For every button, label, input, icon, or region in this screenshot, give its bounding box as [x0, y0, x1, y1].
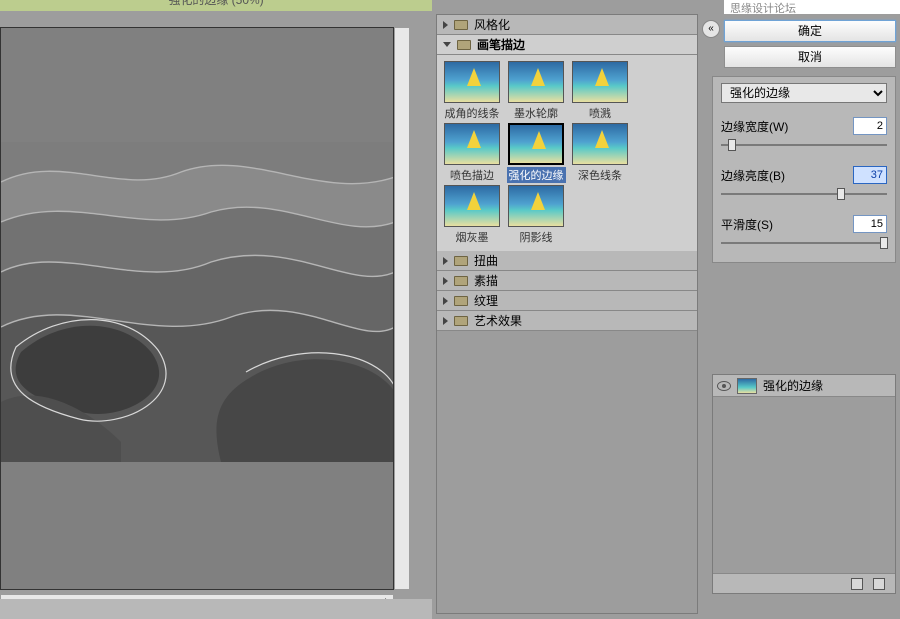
thumbnail-image [444, 123, 500, 165]
preview-scrollbar-vertical[interactable] [394, 27, 410, 590]
filter-thumbnail[interactable]: 强化的边缘 [505, 123, 567, 183]
disclosure-triangle-icon [443, 257, 448, 265]
settings-pane: « 确定 取消 强化的边缘 边缘宽度(W) 边缘亮度(B) 平滑度(S) 强化的边缘 [702, 14, 900, 614]
thumbnail-label: 喷色描边 [450, 167, 494, 183]
param-group: 边缘宽度(W) [721, 117, 887, 152]
new-layer-icon[interactable] [851, 578, 863, 590]
disclosure-triangle-icon [443, 21, 448, 29]
folder-icon [454, 316, 468, 326]
slider-track [721, 193, 887, 195]
category-row[interactable]: 扭曲 [437, 251, 697, 271]
folder-icon [454, 20, 468, 30]
param-label: 边缘亮度(B) [721, 167, 785, 184]
category-row[interactable]: 艺术效果 [437, 311, 697, 331]
param-label: 平滑度(S) [721, 216, 773, 233]
filter-params: 强化的边缘 边缘宽度(W) 边缘亮度(B) 平滑度(S) [712, 76, 896, 263]
preview-canvas[interactable] [0, 27, 394, 590]
layer-label: 强化的边缘 [763, 377, 823, 394]
filter-thumbnail[interactable]: 成角的线条 [441, 61, 503, 121]
disclosure-triangle-icon [443, 297, 448, 305]
category-row[interactable]: 纹理 [437, 291, 697, 311]
filter-thumbnail[interactable]: 墨水轮廓 [505, 61, 567, 121]
preview-image [1, 142, 394, 462]
thumbnail-label: 深色线条 [578, 167, 622, 183]
thumbnail-image [508, 185, 564, 227]
param-input[interactable] [853, 117, 887, 135]
folder-icon [454, 276, 468, 286]
thumbnail-label: 成角的线条 [445, 105, 500, 121]
slider-track [721, 242, 887, 244]
thumbnail-label: 阴影线 [520, 229, 553, 245]
category-label: 画笔描边 [477, 35, 525, 55]
category-label: 扭曲 [474, 251, 498, 271]
ok-button[interactable]: 确定 [724, 20, 896, 42]
param-slider[interactable] [721, 236, 887, 250]
thumbnail-image [444, 61, 500, 103]
filter-thumbnail[interactable]: 深色线条 [569, 123, 631, 183]
thumbnail-image [508, 61, 564, 103]
category-label: 纹理 [474, 291, 498, 311]
filter-thumbnail[interactable]: 烟灰墨 [441, 185, 503, 245]
slider-knob[interactable] [728, 139, 736, 151]
folder-icon [457, 40, 471, 50]
param-slider[interactable] [721, 187, 887, 201]
filter-thumbnail[interactable]: 阴影线 [505, 185, 567, 245]
slider-track [721, 144, 887, 146]
folder-icon [454, 296, 468, 306]
thumbnail-label: 烟灰墨 [456, 229, 489, 245]
preview-pane [0, 11, 432, 619]
thumbnail-image [572, 61, 628, 103]
layer-thumbnail [737, 378, 757, 394]
zoom-strip [0, 599, 432, 619]
layer-row[interactable]: 强化的边缘 [713, 375, 895, 397]
thumbnail-image [572, 123, 628, 165]
thumbnail-image [508, 123, 564, 165]
window-title: 强化的边缘 (50%) [0, 0, 432, 11]
slider-knob[interactable] [837, 188, 845, 200]
filter-gallery: 风格化画笔描边 成角的线条墨水轮廓 喷溅喷色描边强化的边缘深色线条烟灰墨 阴影线 扭… [436, 14, 698, 614]
slider-knob[interactable] [880, 237, 888, 249]
category-row[interactable]: 画笔描边 [437, 35, 697, 55]
disclosure-triangle-icon [443, 42, 451, 47]
category-label: 风格化 [474, 15, 510, 35]
visibility-icon[interactable] [717, 381, 731, 391]
thumbnail-grid: 成角的线条墨水轮廓 喷溅喷色描边强化的边缘深色线条烟灰墨 阴影线 [437, 55, 697, 251]
thumbnail-label: 强化的边缘 [507, 167, 566, 183]
param-group: 平滑度(S) [721, 215, 887, 250]
folder-icon [454, 256, 468, 266]
category-row[interactable]: 风格化 [437, 15, 697, 35]
cancel-button[interactable]: 取消 [724, 46, 896, 68]
filter-select[interactable]: 强化的边缘 [721, 83, 887, 103]
category-row[interactable]: 素描 [437, 271, 697, 291]
disclosure-triangle-icon [443, 277, 448, 285]
param-input[interactable] [853, 166, 887, 184]
layers-footer [713, 573, 895, 593]
collapse-button[interactable]: « [702, 20, 720, 38]
thumbnail-label: 墨水轮廓 [514, 105, 558, 121]
param-input[interactable] [853, 215, 887, 233]
param-group: 边缘亮度(B) [721, 166, 887, 201]
param-slider[interactable] [721, 138, 887, 152]
param-label: 边缘宽度(W) [721, 118, 788, 135]
thumbnail-label: 喷溅 [589, 105, 611, 121]
filter-thumbnail[interactable]: 喷色描边 [441, 123, 503, 183]
category-label: 艺术效果 [474, 311, 522, 331]
trash-icon[interactable] [873, 578, 885, 590]
category-label: 素描 [474, 271, 498, 291]
disclosure-triangle-icon [443, 317, 448, 325]
effect-layers: 强化的边缘 [712, 374, 896, 594]
thumbnail-image [444, 185, 500, 227]
site-banner: 思缘设计论坛 WWW.MISSYUAN.COM [724, 0, 900, 14]
filter-thumbnail[interactable]: 喷溅 [569, 61, 631, 121]
